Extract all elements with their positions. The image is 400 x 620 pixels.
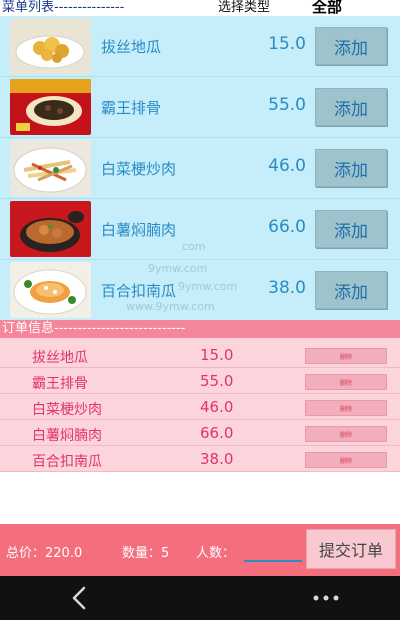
dish-name: 白薯焖腩肉 — [101, 221, 177, 239]
order-row: 拔丝地瓜 15.0 删除 — [0, 342, 400, 368]
order-item-name: 霸王排骨 — [32, 376, 88, 392]
dish-price: 66.0 — [268, 217, 306, 237]
category-all-selector[interactable]: 全部 — [312, 0, 342, 16]
delete-button[interactable]: 删除 — [305, 452, 387, 468]
add-button[interactable]: 添加 — [315, 27, 387, 65]
order-item-price: 15.0 — [200, 346, 234, 364]
order-info-header: 订单信息---------------------------- — [0, 320, 400, 338]
delete-button[interactable]: 删除 — [305, 400, 387, 416]
dish-price: 55.0 — [268, 95, 306, 115]
order-list: 拔丝地瓜 15.0 删除 霸王排骨 55.0 删除 白菜梗炒肉 46.0 删除 … — [0, 338, 400, 472]
order-item-name: 拔丝地瓜 — [32, 350, 88, 366]
order-row: 霸王排骨 55.0 删除 — [0, 368, 400, 394]
blank-area — [0, 472, 400, 524]
delete-button[interactable]: 删除 — [305, 426, 387, 442]
dish-name: 白菜梗炒肉 — [101, 160, 177, 178]
add-button[interactable]: 添加 — [315, 210, 387, 248]
back-chevron-icon[interactable] — [68, 584, 92, 612]
menu-item: 白薯焖腩肉 66.0 添加 — [0, 199, 400, 260]
dish-name: 百合扣南瓜 — [101, 282, 177, 300]
dish-image-lily-pumpkin — [10, 262, 91, 318]
dish-name: 霸王排骨 — [101, 99, 162, 117]
dish-price: 38.0 — [268, 278, 306, 298]
add-button[interactable]: 添加 — [315, 271, 387, 309]
menu-header: 菜单列表--------------- 选择类型 全部 — [0, 0, 400, 16]
dish-name: 拔丝地瓜 — [101, 38, 162, 56]
order-summary-bar: 总价：220.0 数量：5 人数： 提交订单 — [0, 524, 400, 576]
order-row: 白菜梗炒肉 46.0 删除 — [0, 394, 400, 420]
menu-item: 百合扣南瓜 38.0 添加 — [0, 260, 400, 321]
dish-price: 46.0 — [268, 156, 306, 176]
people-label: 人数： — [196, 546, 236, 561]
menu-list-title: 菜单列表--------------- — [2, 0, 125, 15]
dish-image-fried-sweet-potato — [10, 18, 91, 74]
order-info-title: 订单信息---------------------------- — [2, 321, 186, 336]
order-item-name: 白薯焖腩肉 — [32, 428, 102, 444]
add-button[interactable]: 添加 — [315, 88, 387, 126]
menu-item: 白菜梗炒肉 46.0 添加 — [0, 138, 400, 199]
more-dots-icon[interactable] — [310, 586, 342, 610]
add-button[interactable]: 添加 — [315, 149, 387, 187]
dish-image-pork-ribs — [10, 79, 91, 135]
dish-price: 15.0 — [268, 34, 306, 54]
submit-order-button[interactable]: 提交订单 — [306, 529, 396, 569]
order-row: 白薯焖腩肉 66.0 删除 — [0, 420, 400, 446]
order-item-price: 55.0 — [200, 372, 234, 390]
dish-image-cabbage-pork — [10, 140, 91, 196]
system-nav-bar — [0, 576, 400, 620]
order-item-name: 白菜梗炒肉 — [32, 402, 102, 418]
menu-item: 霸王排骨 55.0 添加 — [0, 77, 400, 138]
order-item-price: 66.0 — [200, 424, 234, 442]
order-item-price: 38.0 — [200, 450, 234, 468]
dish-image-braised-pork — [10, 201, 91, 257]
menu-item: 拔丝地瓜 15.0 添加 — [0, 16, 400, 77]
order-item-name: 百合扣南瓜 — [32, 454, 102, 470]
people-count-input[interactable] — [244, 542, 302, 562]
select-type-label[interactable]: 选择类型 — [218, 0, 270, 16]
order-item-price: 46.0 — [200, 398, 234, 416]
delete-button[interactable]: 删除 — [305, 348, 387, 364]
menu-list: 拔丝地瓜 15.0 添加 霸王排骨 55.0 添加 白菜梗炒肉 46.0 添加 … — [0, 16, 400, 321]
delete-button[interactable]: 删除 — [305, 374, 387, 390]
total-price: 总价：220.0 — [6, 546, 83, 561]
item-count: 数量：5 — [122, 546, 170, 561]
order-row: 百合扣南瓜 38.0 删除 — [0, 446, 400, 472]
